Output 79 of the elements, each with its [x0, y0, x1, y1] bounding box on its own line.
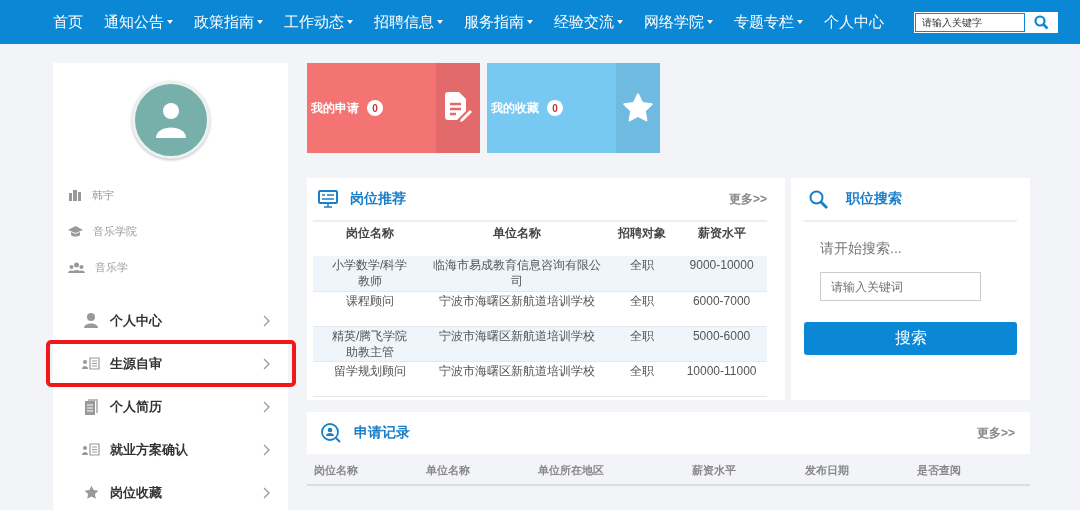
column-header: 发布日期 — [805, 464, 849, 476]
table-cell: 留学规划顾问 — [313, 361, 427, 396]
nav-item[interactable]: 个人中心 — [824, 12, 884, 32]
nav-item[interactable]: 政策指南 — [194, 12, 263, 32]
count-badge: 0 — [367, 100, 383, 116]
chevron-right-icon — [263, 443, 270, 456]
menu-item[interactable]: 生源自审 — [48, 342, 294, 385]
tile-label: 我的收藏 — [491, 99, 539, 117]
people-icon — [68, 261, 85, 273]
table-cell: 9000-10000 — [676, 256, 767, 291]
table-cell: 课程顾问 — [313, 291, 427, 326]
presentation-board-icon — [318, 190, 338, 208]
search-hint: 请开始搜索... — [820, 240, 903, 258]
nav-item[interactable]: 服务指南 — [464, 12, 533, 32]
column-header: 薪资水平 — [692, 464, 736, 476]
tile-label: 我的申请 — [311, 99, 359, 117]
menu-item[interactable]: 个人简历 — [53, 385, 288, 428]
chevron-right-icon — [263, 400, 270, 413]
search-button[interactable]: 搜索 — [804, 322, 1017, 355]
chevron-right-icon — [263, 314, 270, 327]
nav-item[interactable]: 经验交流 — [554, 12, 623, 32]
table-cell: 宁波市海曙区新航道培训学校 — [426, 291, 609, 326]
menu-item[interactable]: 就业方案确认 — [53, 428, 288, 471]
table-cell: 宁波市海曙区新航道培训学校 — [426, 326, 609, 361]
table-cell: 全职 — [608, 256, 677, 291]
nav-item[interactable]: 招聘信息 — [374, 12, 443, 32]
more-link[interactable]: 更多>> — [729, 190, 767, 208]
card-title: 申请记录 — [354, 424, 411, 442]
profile-text: 音乐学院 — [93, 223, 137, 239]
stat-tile[interactable]: 我的申请 0 — [307, 63, 480, 153]
search-field[interactable]: 请输入关键字 — [914, 11, 1058, 33]
column-header: 薪资水平 — [697, 226, 746, 240]
table-cell: 临海市易成教育信息咨询有限公司 — [426, 256, 609, 291]
id-card-icon — [82, 357, 100, 370]
chevron-right-icon — [263, 486, 270, 499]
user-icon — [155, 102, 186, 138]
table-cell: 宁波市海曙区新航道培训学校 — [426, 361, 609, 396]
column-header: 岗位名称 — [314, 464, 358, 476]
profile-text: 韩宇 — [92, 187, 114, 203]
column-header: 单位所在地区 — [538, 464, 604, 476]
building-icon — [68, 189, 82, 201]
column-header: 单位名称 — [426, 464, 470, 476]
person-icon — [84, 313, 98, 328]
nav-item[interactable]: 工作动态 — [284, 12, 353, 32]
column-header: 单位名称 — [493, 226, 542, 240]
nav-item[interactable]: 首页 — [53, 12, 83, 32]
user-search-icon — [320, 422, 342, 444]
menu-item[interactable]: 个人中心 — [53, 299, 288, 342]
profile-text: 音乐学 — [95, 259, 128, 275]
nav-item[interactable]: 专题专栏 — [734, 12, 803, 32]
table-cell: 6000-7000 — [676, 291, 767, 326]
more-link[interactable]: 更多>> — [977, 424, 1015, 442]
column-header: 岗位名称 — [345, 226, 394, 240]
table-cell: 小学数学/科学教师 — [313, 256, 427, 291]
graduation-cap-icon — [68, 225, 83, 237]
table-cell: 10000-11000 — [676, 361, 767, 396]
star-icon — [623, 93, 653, 123]
chevron-right-icon — [263, 357, 270, 370]
count-badge: 0 — [547, 100, 563, 116]
search-icon — [809, 189, 828, 209]
column-header: 是否查阅 — [917, 464, 961, 476]
nav-item[interactable]: 网络学院 — [644, 12, 713, 32]
table-cell: 5000-6000 — [676, 326, 767, 361]
id-card-icon — [82, 443, 100, 456]
keyword-field[interactable]: 请输入关键词 — [820, 272, 981, 301]
menu-item[interactable]: 岗位收藏 — [53, 471, 288, 510]
search-icon[interactable] — [1033, 14, 1049, 30]
card-title: 岗位推荐 — [350, 190, 407, 208]
nav-item[interactable]: 通知公告 — [104, 12, 173, 32]
document-icon — [84, 398, 98, 415]
table-cell: 全职 — [608, 291, 677, 326]
card-title: 职位搜索 — [846, 190, 903, 208]
column-header: 招聘对象 — [618, 226, 667, 240]
document-edit-icon — [443, 92, 473, 124]
stat-tile[interactable]: 我的收藏 0 — [487, 63, 660, 153]
star-icon — [83, 485, 99, 500]
table-cell: 全职 — [608, 326, 677, 361]
table-cell: 精英/腾飞学院助教主管 — [313, 326, 427, 361]
table-cell: 全职 — [608, 361, 677, 396]
